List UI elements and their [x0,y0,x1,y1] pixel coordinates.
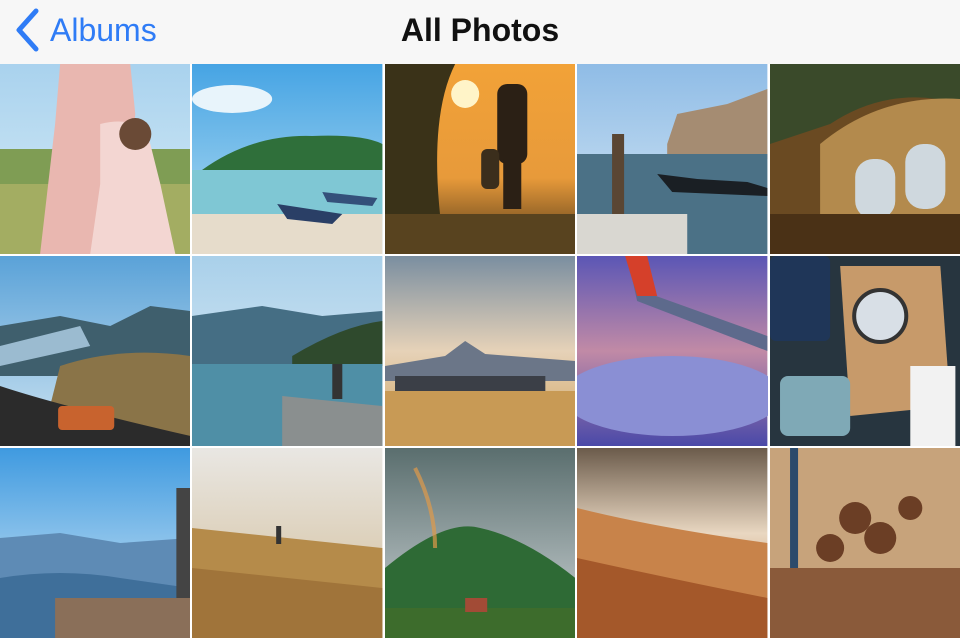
photo-thumbnail[interactable] [0,256,191,446]
navigation-bar: Albums All Photos [0,0,960,64]
photo-thumbnail[interactable] [384,64,576,254]
photo-thumbnail[interactable] [769,64,960,254]
photo-thumbnail[interactable] [0,448,191,638]
photo-thumbnail[interactable] [769,448,960,638]
photo-grid [0,64,960,638]
photo-thumbnail[interactable] [192,256,383,446]
page-title: All Photos [400,11,560,48]
photo-thumbnail[interactable] [192,64,383,254]
photo-thumbnail[interactable] [577,64,768,254]
photo-thumbnail[interactable] [384,448,576,638]
photo-thumbnail[interactable] [769,256,960,446]
photo-thumbnail[interactable] [384,256,576,446]
photo-thumbnail[interactable] [0,64,191,254]
photo-thumbnail[interactable] [577,448,768,638]
photo-thumbnail[interactable] [192,448,383,638]
photo-thumbnail[interactable] [577,256,768,446]
